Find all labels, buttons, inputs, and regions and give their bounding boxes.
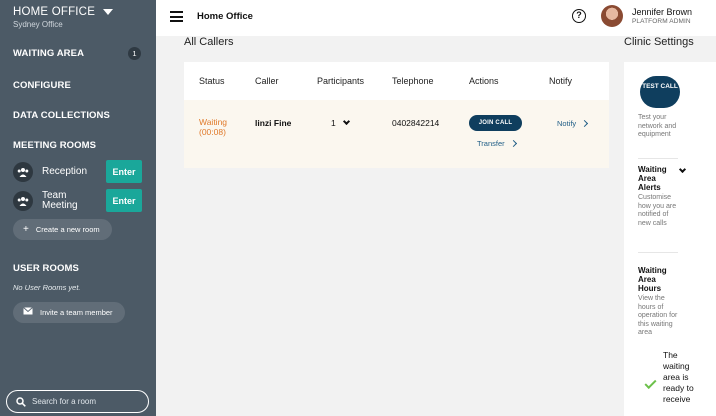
clinic-name: HOME OFFICE xyxy=(13,6,96,18)
settings-panel: TEST CALL Test your network and equipmen… xyxy=(624,62,716,416)
group-icon xyxy=(13,191,33,211)
user-name[interactable]: Jennifer Brown xyxy=(632,7,692,17)
no-user-rooms-text: No User Rooms yet. xyxy=(13,283,81,292)
waiting-count-badge: 1 xyxy=(128,47,141,60)
room-name: Team Meeting xyxy=(42,190,78,211)
alerts-heading[interactable]: Waiting Area Alerts xyxy=(638,165,674,192)
test-call-button[interactable]: TEST CALL xyxy=(640,76,680,108)
divider xyxy=(638,252,678,253)
chevron-down-icon xyxy=(103,9,114,15)
create-room-label: Create a new room xyxy=(35,225,100,234)
sidebar-item-data-collections[interactable]: DATA COLLECTIONS xyxy=(13,110,110,121)
meeting-rooms-heading: MEETING ROOMS xyxy=(13,140,97,151)
transfer-link[interactable]: Transfer xyxy=(477,138,517,148)
menu-icon[interactable] xyxy=(170,11,183,22)
callers-table: Status Caller Participants Telephone Act… xyxy=(184,62,609,168)
status-text: Waiting xyxy=(199,117,228,127)
user-rooms-heading: USER ROOMS xyxy=(13,263,79,274)
meeting-room-team-meeting: Team Meeting Enter xyxy=(13,189,143,213)
alerts-description: Customise how you are notified of new ca… xyxy=(638,194,677,227)
top-bar: Home Office ? Jennifer Brown PLATFORM AD… xyxy=(156,0,716,36)
user-role: PLATFORM ADMIN xyxy=(632,18,691,25)
create-room-button[interactable]: + Create a new room xyxy=(13,219,112,240)
test-call-label: TEST CALL xyxy=(642,83,678,90)
chevron-right-icon xyxy=(509,139,517,148)
column-header-caller: Caller xyxy=(255,76,279,86)
ready-status-text: The waiting area is ready to receive xyxy=(663,350,694,404)
notify-link[interactable]: Notify xyxy=(557,118,589,128)
chevron-right-icon xyxy=(581,119,589,128)
participants-dropdown[interactable]: 1 xyxy=(331,117,350,128)
clinic-location: Sydney Office xyxy=(13,20,63,29)
column-header-participants: Participants xyxy=(317,76,365,86)
meeting-room-reception: Reception Enter xyxy=(13,160,143,184)
plus-icon: + xyxy=(23,223,29,235)
join-call-button[interactable]: JOIN CALL xyxy=(469,115,522,131)
column-header-actions: Actions xyxy=(469,76,499,86)
wait-time: (00:08) xyxy=(199,127,226,137)
envelope-icon xyxy=(23,307,33,318)
enter-room-button[interactable]: Enter xyxy=(106,189,142,212)
status-cell: Waiting (00:08) xyxy=(199,117,227,137)
search-input[interactable] xyxy=(32,397,142,406)
avatar[interactable] xyxy=(601,5,623,27)
test-call-description: Test your network and equipment xyxy=(638,114,677,138)
check-icon xyxy=(644,376,657,390)
column-header-notify: Notify xyxy=(549,76,573,86)
caller-name: linzi Fine xyxy=(255,118,292,128)
chevron-down-icon[interactable] xyxy=(678,165,687,174)
invite-member-label: Invite a team member xyxy=(40,308,113,317)
column-header-telephone: Telephone xyxy=(392,76,434,86)
chevron-down-icon xyxy=(342,117,350,126)
group-icon xyxy=(13,162,33,182)
help-icon[interactable]: ? xyxy=(572,9,586,23)
transfer-label: Transfer xyxy=(477,139,505,148)
enter-room-button[interactable]: Enter xyxy=(106,160,142,183)
participants-count: 1 xyxy=(331,118,336,128)
sidebar-item-waiting-area[interactable]: WAITING AREA xyxy=(13,48,84,59)
column-header-status: Status xyxy=(199,76,225,86)
settings-heading: Clinic Settings xyxy=(624,36,694,48)
page-title: Home Office xyxy=(197,11,253,22)
table-row: Waiting (00:08) linzi Fine 1 0402842214 … xyxy=(184,100,609,168)
clinic-switcher[interactable]: HOME OFFICE Sydney Office xyxy=(13,6,114,29)
invite-member-button[interactable]: Invite a team member xyxy=(13,302,125,323)
search-icon xyxy=(16,396,26,407)
hours-heading[interactable]: Waiting Area Hours xyxy=(638,266,674,293)
room-search[interactable] xyxy=(6,390,149,413)
divider xyxy=(638,158,678,159)
sidebar: HOME OFFICE Sydney Office WAITING AREA 1… xyxy=(0,0,156,416)
hours-description: View the hours of operation for this wai… xyxy=(638,295,678,336)
notify-label: Notify xyxy=(557,119,577,128)
telephone-number: 0402842214 xyxy=(392,118,440,128)
room-name: Reception xyxy=(42,166,88,177)
sidebar-item-configure[interactable]: CONFIGURE xyxy=(13,80,71,91)
callers-heading: All Callers xyxy=(184,36,234,48)
